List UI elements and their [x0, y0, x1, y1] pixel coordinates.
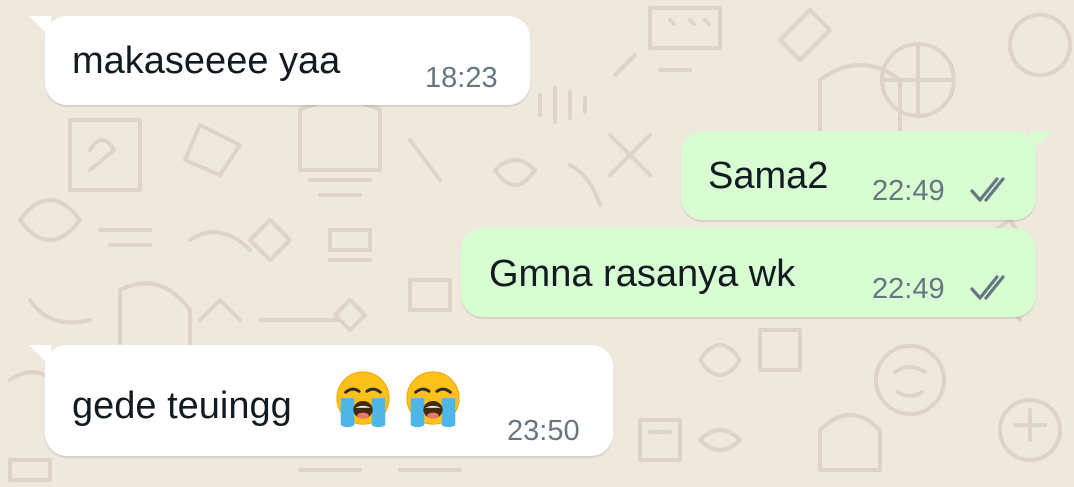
bubble-tail — [29, 345, 51, 367]
message-timestamp: 22:49 — [872, 175, 945, 207]
message-text: makaseeee yaa — [72, 40, 341, 82]
incoming-message-bubble[interactable]: makaseeee yaa 18:23 — [29, 16, 530, 105]
bubble-tail — [29, 16, 51, 38]
incoming-message-bubble[interactable]: gede teuingg 23:50 — [29, 345, 613, 456]
loudly-crying-face-icon — [406, 371, 460, 428]
message-timestamp: 23:50 — [507, 415, 580, 447]
bubble-tail — [1030, 131, 1052, 153]
double-check-icon — [970, 177, 1005, 202]
message-timestamp: 22:49 — [872, 273, 945, 305]
double-check-icon — [970, 275, 1005, 300]
outgoing-message-bubble[interactable]: Gmna rasanya wk 22:49 — [461, 228, 1036, 317]
loudly-crying-face-icon — [336, 371, 390, 428]
message-text: gede teuingg — [72, 385, 292, 427]
message-text: Gmna rasanya wk — [489, 253, 796, 295]
message-text: Sama2 — [708, 155, 829, 197]
message-timestamp: 18:23 — [425, 62, 498, 94]
outgoing-message-bubble[interactable]: Sama2 22:49 — [681, 131, 1052, 220]
